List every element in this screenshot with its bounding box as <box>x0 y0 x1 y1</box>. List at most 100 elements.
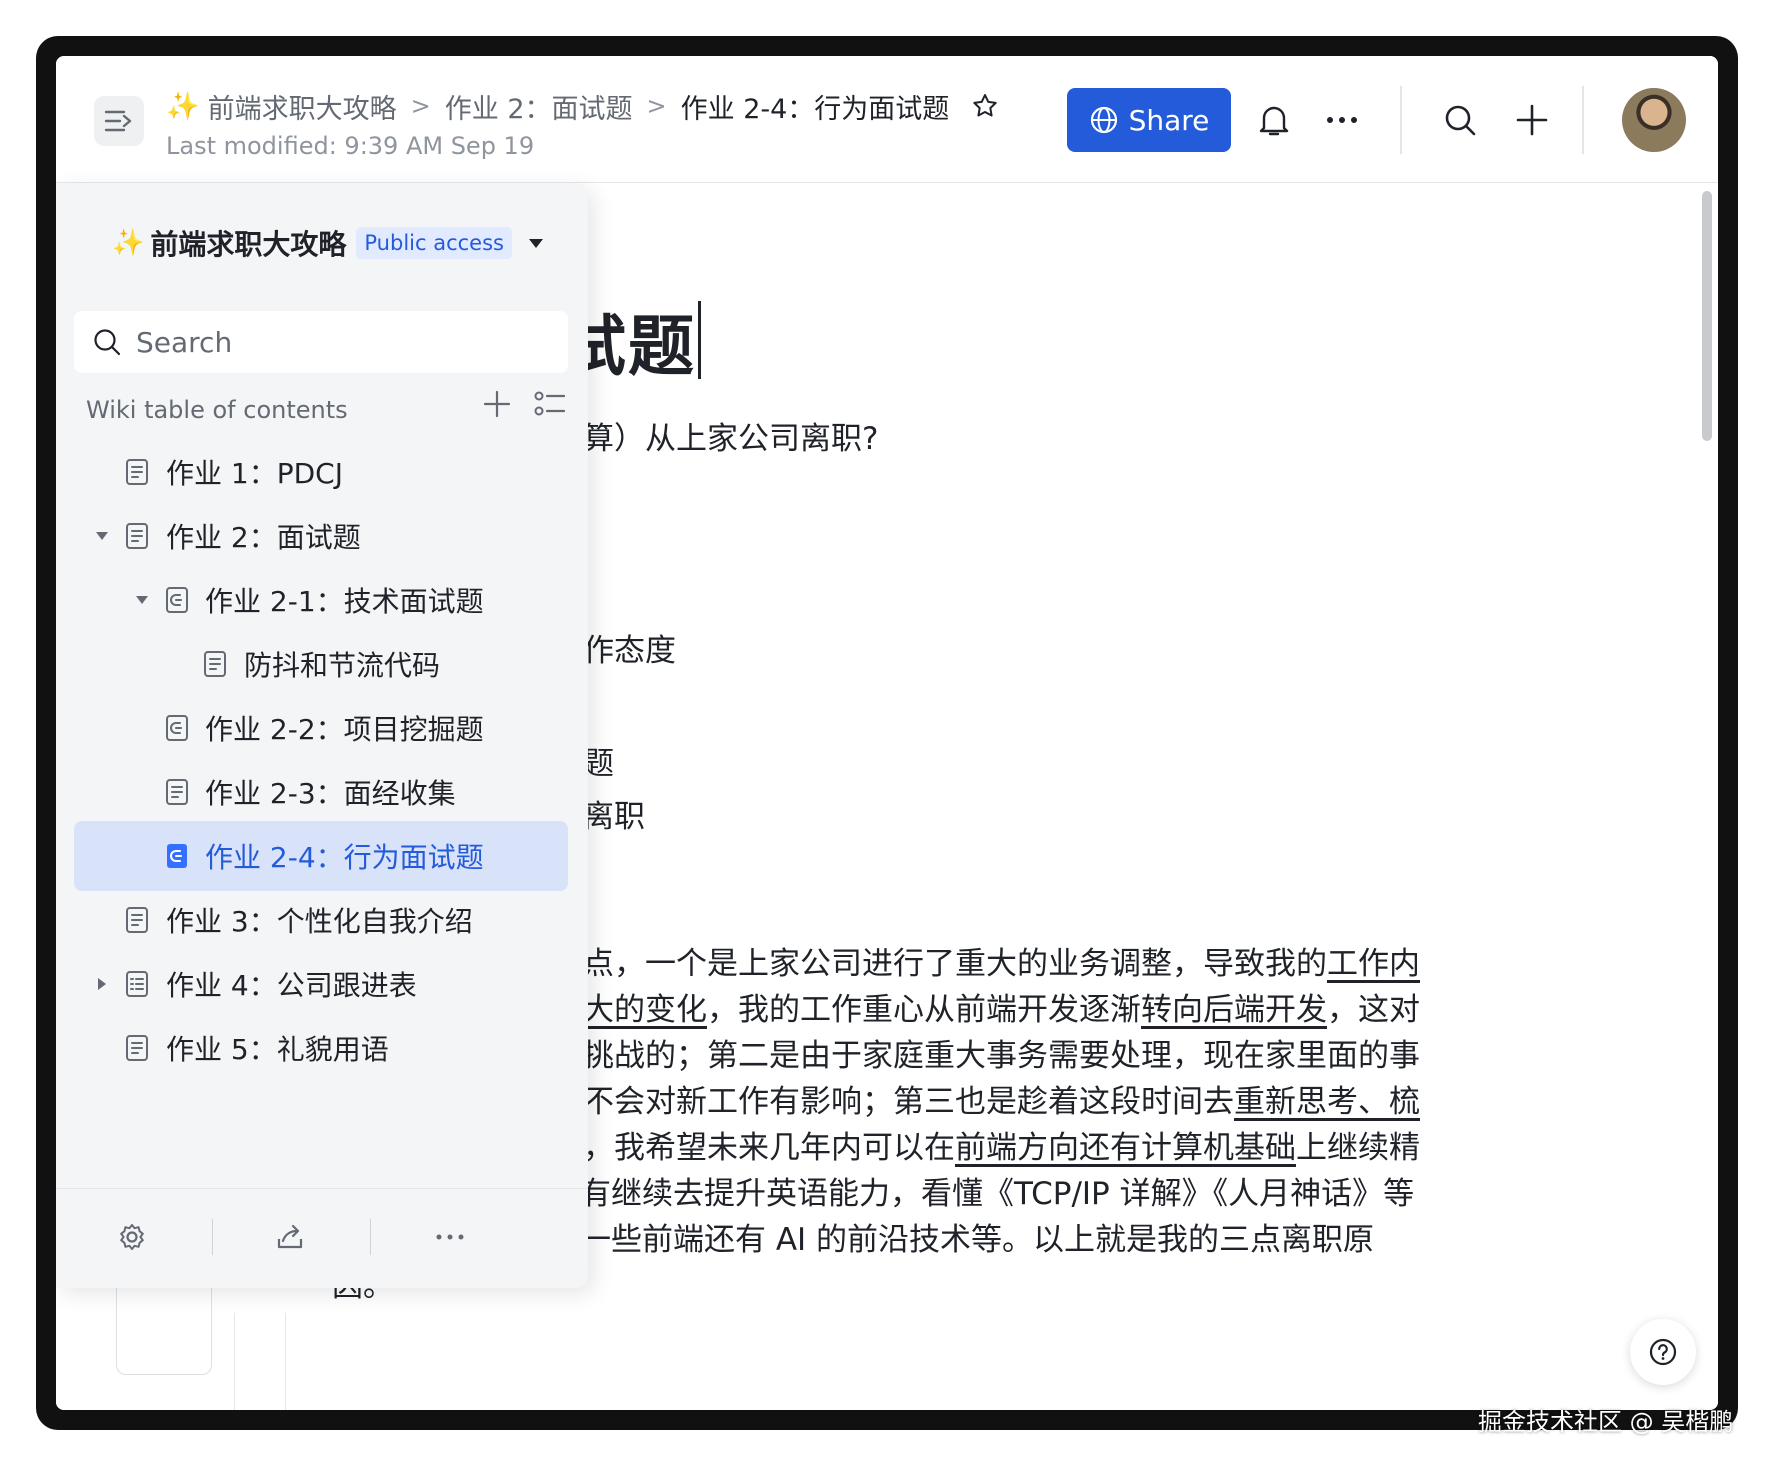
favorite-button[interactable] <box>971 92 999 120</box>
avatar[interactable] <box>1622 88 1686 152</box>
tree-item-label: 作业 2-1：技术面试题 <box>205 585 484 618</box>
space-switcher[interactable]: ✨ 前端求职大攻略 Public access <box>112 223 544 263</box>
tree-item-label: 作业 2：面试题 <box>166 521 361 554</box>
more-button[interactable] <box>1320 98 1364 142</box>
star-icon <box>973 94 997 117</box>
breadcrumb-item[interactable]: 前端求职大攻略 <box>208 87 397 126</box>
divider <box>212 1219 213 1255</box>
collapse-arrow-icon[interactable] <box>92 974 112 994</box>
app-window: 亍为面试题 （打算）从上家公司离职? E性 刂 口工作态度 り主题 原因离职 亍… <box>56 56 1718 1410</box>
tree-item-label: 作业 2-4：行为面试题 <box>205 841 484 874</box>
doc-icon <box>122 1033 152 1063</box>
paragraph-line[interactable]: 家有挑战的；第二是由于家庭重大事务需要处理，现在家里面的事 <box>521 1030 1420 1075</box>
tree-item[interactable]: 防抖和节流代码 <box>74 629 568 699</box>
breadcrumb-current[interactable]: 作业 2-4：行为面试题 <box>681 87 950 126</box>
share-label: Share <box>1128 103 1210 137</box>
underlined-text: 重新思考、梳 <box>1234 1084 1420 1120</box>
search-button[interactable] <box>1438 98 1482 142</box>
tree-item[interactable]: 作业 2-1：技术面试题 <box>74 565 568 635</box>
underlined-text: 前端方向还有计算机基础 <box>955 1130 1296 1166</box>
share-button[interactable]: Share <box>1067 88 1231 152</box>
sparkle-icon: ✨ <box>112 228 145 258</box>
globe-icon <box>1090 106 1117 134</box>
access-badge: Public access <box>356 227 512 259</box>
doc-icon <box>122 521 152 551</box>
create-button[interactable] <box>1510 98 1554 142</box>
scrollbar-thumb[interactable] <box>1702 191 1712 441</box>
bell-icon <box>1259 106 1289 136</box>
divider <box>370 1219 371 1255</box>
synced-doc-icon <box>162 713 192 743</box>
paragraph-line[interactable]: 了很大的变化，我的工作重心从前端开发逐渐转向后端开发，这对 <box>521 984 1420 1029</box>
toc-header: Wiki table of contents <box>86 379 566 441</box>
tree-item[interactable]: 作业 4：公司跟进表 <box>74 949 568 1019</box>
paragraph-line[interactable]: 了，不会对新工作有影响；第三也是趁着这段时间去重新思考、梳 <box>521 1076 1420 1121</box>
tree-item[interactable]: 作业 2：面试题 <box>74 501 568 571</box>
tree-item-active[interactable]: 作业 2-4：行为面试题 <box>74 821 568 891</box>
text-run: 家有挑战的；第二是由于家庭重大事务需要处理，现在家里面的事 <box>521 1038 1420 1074</box>
sparkle-icon: ✨ <box>166 91 200 122</box>
tree-item[interactable]: 作业 5：礼貌用语 <box>74 1013 568 1083</box>
top-bar: ✨ 前端求职大攻略 > 作业 2：面试题 > 作业 2-4：行为面试题 Last… <box>56 56 1718 183</box>
breadcrumb-item[interactable]: 作业 2：面试题 <box>445 87 633 126</box>
tree-item[interactable]: 作业 3：个性化自我介绍 <box>74 885 568 955</box>
doc-icon <box>122 457 152 487</box>
share-page-button[interactable] <box>268 1215 312 1259</box>
doc-icon <box>162 777 192 807</box>
settings-icon <box>120 1224 144 1250</box>
search-placeholder: Search <box>136 325 233 359</box>
expand-arrow-icon[interactable] <box>132 590 152 610</box>
more-options-button[interactable] <box>428 1215 472 1259</box>
synced-doc-icon-active <box>162 841 192 871</box>
tree-item[interactable]: 作业 1：PDCJ <box>74 437 568 507</box>
sidebar-footer <box>56 1188 588 1289</box>
tree-item-label: 作业 2-3：面经收集 <box>205 777 456 810</box>
expand-arrow-icon[interactable] <box>92 526 112 546</box>
divider <box>1400 86 1402 154</box>
divider <box>234 1313 235 1410</box>
plus-icon <box>483 390 511 418</box>
share-arrow-icon <box>277 1224 303 1249</box>
sidebar-toggle-icon <box>104 110 132 132</box>
more-icon <box>1327 117 1357 123</box>
plus-icon <box>1516 104 1548 136</box>
text-run: 上继续精 <box>1296 1130 1420 1166</box>
divider <box>1582 86 1584 154</box>
caret-down-icon <box>528 239 543 248</box>
underlined-text: 转向后端开发 <box>1141 992 1327 1028</box>
help-button[interactable] <box>1630 1319 1696 1385</box>
tree-item-label: 作业 5：礼貌用语 <box>166 1033 389 1066</box>
toc-options-button[interactable] <box>534 389 566 425</box>
last-modified: Last modified: 9:39 AM Sep 19 <box>166 132 535 160</box>
paragraph-line[interactable]: 支展，我希望未来几年内可以在前端方向还有计算机基础上继续精 <box>521 1122 1420 1167</box>
tree-item-label: 防抖和节流代码 <box>244 649 441 682</box>
search-input[interactable]: Search <box>74 311 568 373</box>
text-run: 亍三点，一个是上家公司进行了重大的业务调整，导致我的 <box>521 946 1327 982</box>
tree-item[interactable]: 作业 2-3：面经收集 <box>74 757 568 827</box>
settings-button[interactable] <box>110 1215 154 1259</box>
wiki-sidebar: ✨ 前端求职大攻略 Public access Search Wiki tabl… <box>56 183 588 1288</box>
sidebar-toggle-button[interactable] <box>94 96 144 146</box>
tree-item[interactable]: 作业 2-2：项目挖掘题 <box>74 693 568 763</box>
search-icon <box>1445 105 1476 136</box>
divider <box>285 1313 286 1410</box>
breadcrumb: ✨ 前端求职大攻略 > 作业 2：面试题 > 作业 2-4：行为面试题 <box>166 84 999 128</box>
tree-item-label: 作业 1：PDCJ <box>166 457 343 490</box>
text-run: ，这对 <box>1327 992 1420 1028</box>
dropdown-button[interactable] <box>528 237 544 249</box>
text-run: ，我的工作重心从前端开发逐渐 <box>707 992 1141 1028</box>
watermark: 掘金技术社区 @ 吴楷鹏 <box>1478 1408 1734 1436</box>
add-page-button[interactable] <box>482 389 512 425</box>
doc-icon <box>200 649 230 679</box>
doc-icon <box>122 905 152 935</box>
notifications-button[interactable] <box>1252 98 1296 142</box>
paragraph-line[interactable]: 亍三点，一个是上家公司进行了重大的业务调整，导致我的工作内 <box>521 938 1420 983</box>
help-icon <box>1649 1338 1677 1366</box>
breadcrumb-separator: > <box>410 92 431 120</box>
tree-item-label: 作业 2-2：项目挖掘题 <box>205 713 484 746</box>
space-name: 前端求职大攻略 <box>150 228 347 261</box>
tree-item-label: 作业 3：个性化自我介绍 <box>166 905 473 938</box>
breadcrumb-separator: > <box>646 92 667 120</box>
list-doc-icon <box>122 969 152 999</box>
synced-doc-icon <box>162 585 192 615</box>
